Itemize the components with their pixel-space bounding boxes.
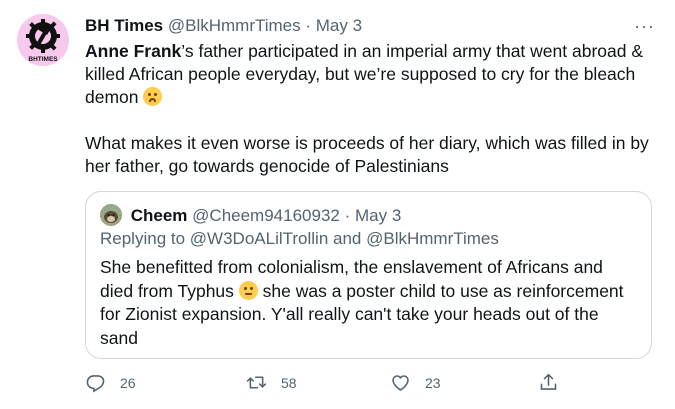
replying-to-prefix: Replying to: [100, 229, 190, 248]
quote-header: Cheem @Cheem94160932 · May 3: [100, 204, 401, 227]
like-count: 23: [425, 374, 441, 391]
share-icon: [540, 373, 557, 390]
hammer-logo-icon: BHTIMES: [17, 14, 69, 66]
quote-text: She benefitted from colonialism, the ens…: [100, 256, 640, 350]
retweet-button[interactable]: 58: [246, 372, 297, 393]
quote-header-separator: ·: [344, 206, 351, 225]
tweet-card[interactable]: BHTIMES BH Times @BlkHmmrTimes · May 3 ·…: [0, 0, 675, 409]
reply-user-link-1[interactable]: @W3DoALilTrollin: [190, 229, 329, 248]
tweet-text: Anne Frank’s father participated in an i…: [85, 40, 655, 178]
quoted-tweet[interactable]: Cheem @Cheem94160932 · May 3 Replying to…: [85, 191, 652, 359]
retweet-count: 58: [281, 374, 297, 391]
author-handle[interactable]: @BlkHmmrTimes: [168, 16, 301, 35]
tweet-header: BH Times @BlkHmmrTimes · May 3: [85, 15, 362, 37]
reply-icon: [86, 375, 105, 393]
quote-author-name[interactable]: Cheem: [131, 206, 188, 225]
woozy-face-emoji-icon: [143, 87, 163, 106]
header-separator: ·: [305, 16, 312, 35]
tweet-bold-name: Anne Frank: [85, 41, 182, 61]
replying-to-and: and: [328, 229, 367, 248]
heart-icon: [392, 375, 409, 391]
share-button[interactable]: [538, 372, 559, 393]
dog-avatar-icon: [100, 204, 122, 226]
tweet-date[interactable]: May 3: [316, 16, 362, 35]
author-avatar[interactable]: BHTIMES: [17, 14, 69, 66]
like-button[interactable]: 23: [390, 372, 441, 393]
avatar-label: BHTIMES: [28, 56, 58, 63]
reply-user-link-2[interactable]: @BlkHmmrTimes: [366, 229, 499, 248]
quote-author-handle[interactable]: @Cheem94160932: [192, 206, 340, 225]
reply-count: 26: [120, 374, 136, 391]
tweet-paragraph-2: What makes it even worse is proceeds of …: [85, 133, 649, 176]
tweet-actions: 26 58 23: [85, 372, 655, 396]
more-options-icon[interactable]: ···: [634, 16, 655, 37]
quote-avatar[interactable]: [100, 204, 122, 226]
author-name[interactable]: BH Times: [85, 16, 163, 35]
tweet-paragraph-1: Anne Frank’s father participated in an i…: [85, 40, 655, 109]
replying-to: Replying to @W3DoALilTrollin and @BlkHmm…: [100, 229, 499, 249]
neutral-face-emoji-icon: [238, 280, 258, 300]
quote-date[interactable]: May 3: [355, 206, 401, 225]
retweet-icon: [246, 376, 267, 389]
reply-button[interactable]: 26: [85, 372, 136, 393]
